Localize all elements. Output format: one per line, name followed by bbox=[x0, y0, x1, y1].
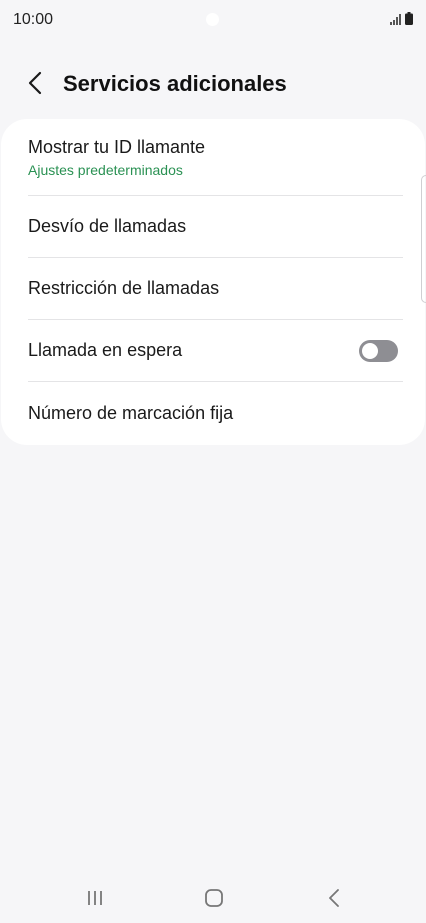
fixed-dialing-item[interactable]: Número de marcación fija bbox=[28, 382, 403, 444]
camera-cutout bbox=[206, 13, 219, 26]
call-forwarding-item[interactable]: Desvío de llamadas bbox=[28, 196, 403, 258]
page-title: Servicios adicionales bbox=[63, 71, 287, 96]
call-waiting-label: Llamada en espera bbox=[28, 340, 183, 360]
call-barring-item[interactable]: Restricción de llamadas bbox=[28, 258, 403, 320]
nav-back-icon bbox=[329, 889, 339, 907]
caller-id-label: Mostrar tu ID llamante bbox=[28, 136, 206, 157]
caller-id-item[interactable]: Mostrar tu ID llamante Ajustes predeterm… bbox=[28, 119, 403, 196]
chevron-left-icon bbox=[28, 71, 42, 95]
call-barring-label: Restricción de llamadas bbox=[28, 278, 220, 298]
home-icon bbox=[205, 889, 223, 907]
signal-icon bbox=[390, 14, 401, 25]
caller-id-subtitle: Ajustes predeterminados bbox=[28, 161, 183, 178]
recents-icon bbox=[88, 891, 102, 905]
status-time: 10:00 bbox=[13, 11, 54, 28]
home-button[interactable] bbox=[199, 885, 229, 911]
back-button[interactable] bbox=[20, 68, 50, 98]
call-waiting-toggle[interactable] bbox=[359, 340, 398, 362]
call-waiting-item[interactable]: Llamada en espera bbox=[28, 320, 403, 382]
call-forwarding-label: Desvío de llamadas bbox=[28, 216, 187, 236]
navigation-bar bbox=[0, 875, 426, 923]
header: Servicios adicionales bbox=[0, 62, 426, 106]
recents-button[interactable] bbox=[80, 885, 110, 911]
nav-back-button[interactable] bbox=[319, 885, 349, 911]
settings-card: Mostrar tu ID llamante Ajustes predeterm… bbox=[1, 119, 425, 445]
battery-icon bbox=[405, 12, 413, 25]
scrollbar[interactable] bbox=[421, 175, 426, 303]
toggle-knob bbox=[362, 343, 378, 359]
status-icons bbox=[390, 12, 413, 25]
fixed-dialing-label: Número de marcación fija bbox=[28, 402, 234, 423]
status-bar: 10:00 bbox=[0, 0, 426, 40]
